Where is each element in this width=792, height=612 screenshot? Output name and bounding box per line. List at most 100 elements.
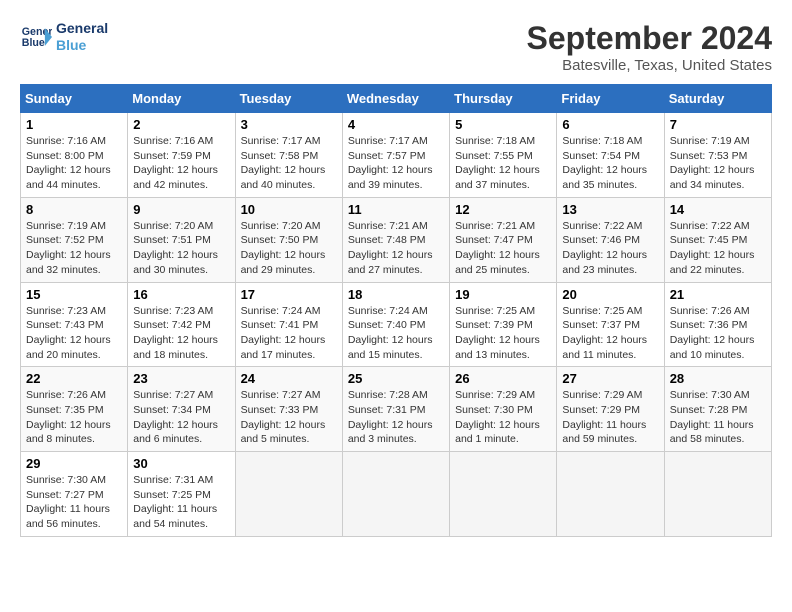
calendar-week-2: 8 Sunrise: 7:19 AM Sunset: 7:52 PM Daylig… <box>21 197 772 282</box>
calendar-cell: 17 Sunrise: 7:24 AM Sunset: 7:41 PM Dayli… <box>235 282 342 367</box>
day-info: Sunrise: 7:26 AM Sunset: 7:36 PM Dayligh… <box>670 304 766 363</box>
day-number: 18 <box>348 287 444 302</box>
day-number: 8 <box>26 202 122 217</box>
day-number: 21 <box>670 287 766 302</box>
day-info: Sunrise: 7:18 AM Sunset: 7:55 PM Dayligh… <box>455 134 551 193</box>
day-number: 28 <box>670 371 766 386</box>
day-info: Sunrise: 7:30 AM Sunset: 7:28 PM Dayligh… <box>670 388 766 447</box>
day-info: Sunrise: 7:23 AM Sunset: 7:43 PM Dayligh… <box>26 304 122 363</box>
day-number: 6 <box>562 117 658 132</box>
day-number: 7 <box>670 117 766 132</box>
calendar-cell: 13 Sunrise: 7:22 AM Sunset: 7:46 PM Dayli… <box>557 197 664 282</box>
day-number: 24 <box>241 371 337 386</box>
header-row: Sunday Monday Tuesday Wednesday Thursday… <box>21 85 772 113</box>
calendar-cell: 26 Sunrise: 7:29 AM Sunset: 7:30 PM Dayli… <box>450 367 557 452</box>
calendar-cell: 27Sunrise: 7:29 AM Sunset: 7:29 PM Dayli… <box>557 367 664 452</box>
calendar-cell: 14 Sunrise: 7:22 AM Sunset: 7:45 PM Dayli… <box>664 197 771 282</box>
day-number: 12 <box>455 202 551 217</box>
col-saturday: Saturday <box>664 85 771 113</box>
calendar-cell: 16 Sunrise: 7:23 AM Sunset: 7:42 PM Dayli… <box>128 282 235 367</box>
day-number: 29 <box>26 456 122 471</box>
day-number: 5 <box>455 117 551 132</box>
calendar-cell: 3Sunrise: 7:17 AM Sunset: 7:58 PM Daylig… <box>235 113 342 198</box>
day-info: Sunrise: 7:28 AM Sunset: 7:31 PM Dayligh… <box>348 388 444 447</box>
day-info: Sunrise: 7:18 AM Sunset: 7:54 PM Dayligh… <box>562 134 658 193</box>
day-info: Sunrise: 7:31 AM Sunset: 7:25 PM Dayligh… <box>133 473 229 532</box>
header: General Blue General Blue September 2024… <box>20 20 772 74</box>
day-number: 16 <box>133 287 229 302</box>
day-info: Sunrise: 7:22 AM Sunset: 7:46 PM Dayligh… <box>562 219 658 278</box>
day-number: 27 <box>562 371 658 386</box>
calendar-cell: 15 Sunrise: 7:23 AM Sunset: 7:43 PM Dayli… <box>21 282 128 367</box>
calendar-cell: 24 Sunrise: 7:27 AM Sunset: 7:33 PM Dayli… <box>235 367 342 452</box>
day-number: 11 <box>348 202 444 217</box>
calendar-cell <box>235 452 342 537</box>
day-info: Sunrise: 7:16 AM Sunset: 7:59 PM Dayligh… <box>133 134 229 193</box>
calendar-cell: 4Sunrise: 7:17 AM Sunset: 7:57 PM Daylig… <box>342 113 449 198</box>
day-number: 15 <box>26 287 122 302</box>
calendar-cell: 23Sunrise: 7:27 AM Sunset: 7:34 PM Dayli… <box>128 367 235 452</box>
day-info: Sunrise: 7:27 AM Sunset: 7:33 PM Dayligh… <box>241 388 337 447</box>
calendar-cell: 6 Sunrise: 7:18 AM Sunset: 7:54 PM Daylig… <box>557 113 664 198</box>
day-info: Sunrise: 7:16 AM Sunset: 8:00 PM Dayligh… <box>26 134 122 193</box>
day-number: 22 <box>26 371 122 386</box>
day-number: 2 <box>133 117 229 132</box>
calendar-cell: 9 Sunrise: 7:20 AM Sunset: 7:51 PM Daylig… <box>128 197 235 282</box>
day-info: Sunrise: 7:20 AM Sunset: 7:51 PM Dayligh… <box>133 219 229 278</box>
calendar-cell <box>664 452 771 537</box>
month-title: September 2024 <box>527 20 772 57</box>
day-info: Sunrise: 7:21 AM Sunset: 7:47 PM Dayligh… <box>455 219 551 278</box>
col-tuesday: Tuesday <box>235 85 342 113</box>
day-number: 30 <box>133 456 229 471</box>
day-number: 14 <box>670 202 766 217</box>
day-number: 25 <box>348 371 444 386</box>
calendar-cell: 10Sunrise: 7:20 AM Sunset: 7:50 PM Dayli… <box>235 197 342 282</box>
day-info: Sunrise: 7:22 AM Sunset: 7:45 PM Dayligh… <box>670 219 766 278</box>
col-monday: Monday <box>128 85 235 113</box>
calendar-table: Sunday Monday Tuesday Wednesday Thursday… <box>20 84 772 537</box>
col-friday: Friday <box>557 85 664 113</box>
calendar-cell <box>450 452 557 537</box>
day-number: 3 <box>241 117 337 132</box>
calendar-cell <box>557 452 664 537</box>
logo: General Blue General Blue <box>20 20 108 54</box>
svg-text:Blue: Blue <box>22 37 45 49</box>
day-info: Sunrise: 7:25 AM Sunset: 7:37 PM Dayligh… <box>562 304 658 363</box>
logo-icon: General Blue <box>20 21 52 53</box>
title-area: September 2024 Batesville, Texas, United… <box>527 20 772 74</box>
calendar-cell: 8 Sunrise: 7:19 AM Sunset: 7:52 PM Daylig… <box>21 197 128 282</box>
col-wednesday: Wednesday <box>342 85 449 113</box>
day-info: Sunrise: 7:30 AM Sunset: 7:27 PM Dayligh… <box>26 473 122 532</box>
day-number: 10 <box>241 202 337 217</box>
calendar-cell: 18 Sunrise: 7:24 AM Sunset: 7:40 PM Dayli… <box>342 282 449 367</box>
day-number: 13 <box>562 202 658 217</box>
day-info: Sunrise: 7:17 AM Sunset: 7:57 PM Dayligh… <box>348 134 444 193</box>
calendar-cell: 7Sunrise: 7:19 AM Sunset: 7:53 PM Daylig… <box>664 113 771 198</box>
calendar-week-4: 22 Sunrise: 7:26 AM Sunset: 7:35 PM Dayli… <box>21 367 772 452</box>
calendar-cell: 20 Sunrise: 7:25 AM Sunset: 7:37 PM Dayli… <box>557 282 664 367</box>
day-number: 20 <box>562 287 658 302</box>
day-info: Sunrise: 7:29 AM Sunset: 7:30 PM Dayligh… <box>455 388 551 447</box>
calendar-week-1: 1 Sunrise: 7:16 AM Sunset: 8:00 PM Daylig… <box>21 113 772 198</box>
day-info: Sunrise: 7:24 AM Sunset: 7:41 PM Dayligh… <box>241 304 337 363</box>
day-info: Sunrise: 7:25 AM Sunset: 7:39 PM Dayligh… <box>455 304 551 363</box>
calendar-cell: 30 Sunrise: 7:31 AM Sunset: 7:25 PM Dayli… <box>128 452 235 537</box>
day-info: Sunrise: 7:23 AM Sunset: 7:42 PM Dayligh… <box>133 304 229 363</box>
day-info: Sunrise: 7:24 AM Sunset: 7:40 PM Dayligh… <box>348 304 444 363</box>
calendar-cell <box>342 452 449 537</box>
day-number: 19 <box>455 287 551 302</box>
calendar-cell: 11Sunrise: 7:21 AM Sunset: 7:48 PM Dayli… <box>342 197 449 282</box>
location-title: Batesville, Texas, United States <box>527 57 772 74</box>
calendar-cell: 19 Sunrise: 7:25 AM Sunset: 7:39 PM Dayli… <box>450 282 557 367</box>
day-number: 26 <box>455 371 551 386</box>
day-info: Sunrise: 7:19 AM Sunset: 7:52 PM Dayligh… <box>26 219 122 278</box>
logo-subtext: Blue <box>56 37 108 54</box>
day-number: 17 <box>241 287 337 302</box>
day-info: Sunrise: 7:26 AM Sunset: 7:35 PM Dayligh… <box>26 388 122 447</box>
day-number: 1 <box>26 117 122 132</box>
calendar-cell: 12 Sunrise: 7:21 AM Sunset: 7:47 PM Dayli… <box>450 197 557 282</box>
calendar-cell: 25 Sunrise: 7:28 AM Sunset: 7:31 PM Dayli… <box>342 367 449 452</box>
day-number: 9 <box>133 202 229 217</box>
calendar-week-3: 15 Sunrise: 7:23 AM Sunset: 7:43 PM Dayli… <box>21 282 772 367</box>
logo-text: General <box>56 20 108 37</box>
